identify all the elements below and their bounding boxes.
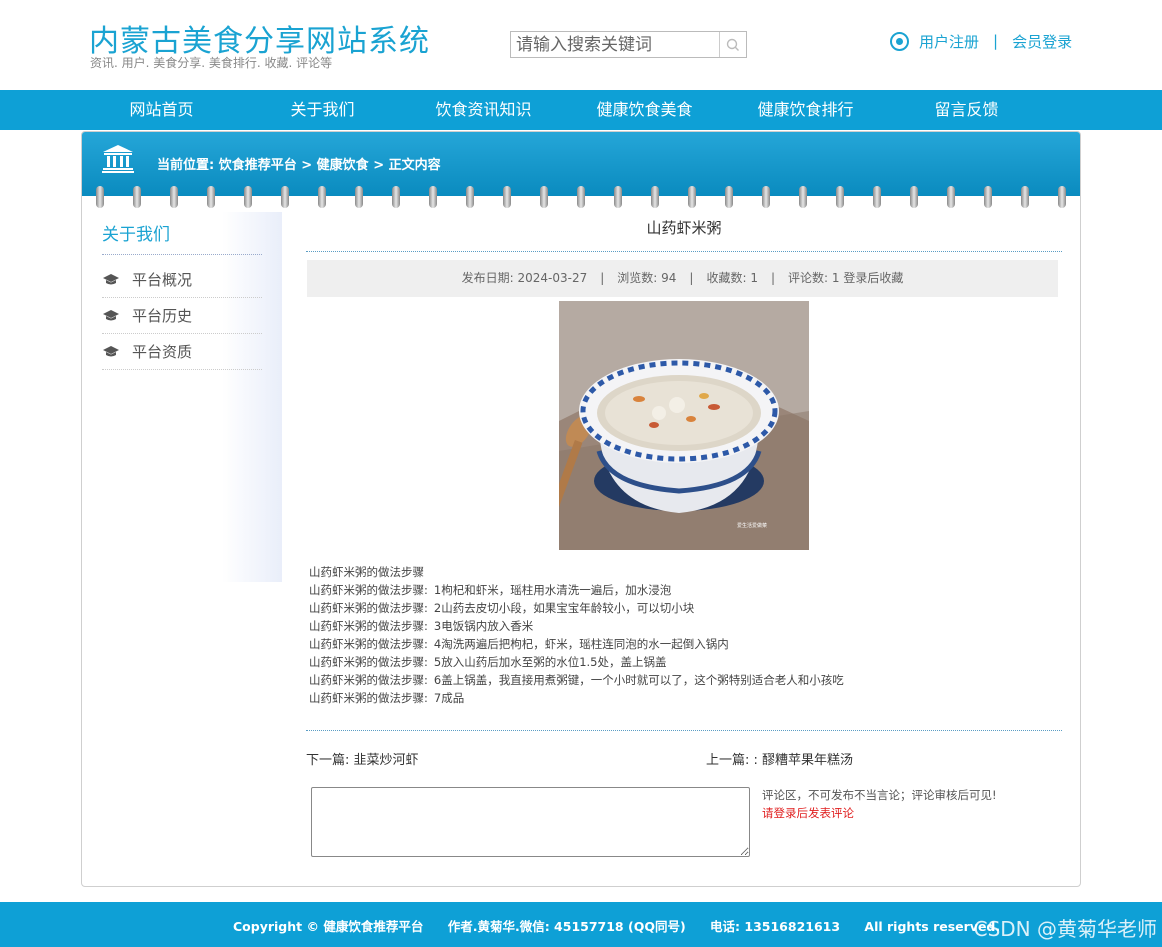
comment-count: 评论数: 1 [788, 271, 840, 285]
user-links: 用户注册 | 会员登录 [890, 30, 1072, 52]
footer-author: 作者.黄菊华.微信: 45157718 (QQ同号) [447, 919, 686, 934]
step-prefix: 山药虾米粥的做法步骤: [309, 619, 428, 633]
sidebar-item-label: 平台概况 [132, 270, 193, 289]
step-line: 山药虾米粥的做法步骤: 6盖上锅盖，我直接用煮粥键，一个小时就可以了，这个粥特别适… [309, 671, 844, 689]
graduation-cap-icon [102, 273, 120, 286]
next-article-link[interactable]: 下一篇: 韭菜炒河虾 [306, 749, 419, 768]
article-main: 山药虾米粥 发布日期: 2024-03-27 | 浏览数: 94 | 收藏数: 1 | 评论… [306, 212, 1062, 857]
step-prefix: 山药虾米粥的做法步骤: [309, 691, 428, 705]
footer-text: Copyright © 健康饮食推荐平台 作者.黄菊华.微信: 45157718… [233, 916, 1020, 935]
step-text: 4淘洗两遍后把枸杞，虾米，瑶柱连同泡的水一起倒入锅内 [433, 637, 729, 651]
sidebar-item-overview[interactable]: 平台概况 [102, 262, 262, 298]
search-box [510, 31, 747, 58]
sidebar-item-label: 平台资质 [132, 342, 193, 361]
comment-textarea[interactable] [311, 787, 750, 857]
graduation-cap-icon [102, 309, 120, 322]
step-text: 1枸杞和虾米，瑶柱用水清洗一遍后，加水浸泡 [433, 583, 672, 597]
search-input[interactable] [511, 32, 721, 57]
breadcrumb: 当前位置: 饮食推荐平台 > 健康饮食 > 正文内容 [157, 158, 441, 173]
graduation-cap-icon [102, 345, 120, 358]
sidebar-item-qualification[interactable]: 平台资质 [102, 334, 262, 370]
step-prefix: 山药虾米粥的做法步骤: [309, 601, 428, 615]
link-separator: | [993, 32, 999, 50]
recipe-steps: 山药虾米粥的做法步骤 山药虾米粥的做法步骤: 1枸杞和虾米，瑶柱用水清洗一遍后，加… [309, 563, 844, 707]
step-text: 6盖上锅盖，我直接用煮粥键，一个小时就可以了，这个粥特别适合老人和小孩吃 [433, 673, 844, 687]
content-panel: 当前位置: 饮食推荐平台 > 健康饮食 > 正文内容 关于我们 平台概况 平台历… [81, 131, 1081, 887]
step-text: 2山药去皮切小段，如果宝宝年龄较小，可以切小块 [433, 601, 695, 615]
search-icon [726, 38, 739, 51]
article-image: 爱生活爱做菜 [559, 301, 809, 550]
step-line: 山药虾米粥的做法步骤: 4淘洗两遍后把枸杞，虾米，瑶柱连同泡的水一起倒入锅内 [309, 635, 844, 653]
main-nav: 网站首页 关于我们 饮食资讯知识 健康饮食美食 健康饮食排行 留言反馈 [0, 90, 1162, 130]
step-prefix: 山药虾米粥的做法步骤: [309, 673, 428, 687]
step-line: 山药虾米粥的做法步骤: 7成品 [309, 689, 844, 707]
steps-heading: 山药虾米粥的做法步骤 [309, 565, 424, 579]
nav-item-home[interactable]: 网站首页 [81, 90, 242, 130]
favorite-link[interactable]: 登录后收藏 [843, 271, 903, 285]
step-line: 山药虾米粥的做法步骤: 5放入山药后加水至粥的水位1.5处，盖上锅盖 [309, 653, 844, 671]
step-prefix: 山药虾米粥的做法步骤: [309, 655, 428, 669]
nav-item-feedback[interactable]: 留言反馈 [886, 90, 1047, 130]
institution-icon [102, 145, 134, 173]
step-line: 山药虾米粥的做法步骤: 2山药去皮切小段，如果宝宝年龄较小，可以切小块 [309, 599, 844, 617]
step-prefix: 山药虾米粥的做法步骤: [309, 583, 428, 597]
decorative-rings [82, 186, 1080, 210]
nav-item-news[interactable]: 饮食资讯知识 [403, 90, 564, 130]
search-button[interactable] [719, 32, 746, 57]
sidebar-item-history[interactable]: 平台历史 [102, 298, 262, 334]
step-text: 5放入山药后加水至粥的水位1.5处，盖上锅盖 [433, 655, 667, 669]
comment-login-link[interactable]: 请登录后发表评论 [762, 804, 854, 822]
sidebar-item-label: 平台历史 [132, 306, 193, 325]
sidebar-list: 平台概况 平台历史 平台资质 [102, 262, 262, 370]
footer-phone: 电话: 13516821613 [710, 919, 841, 934]
step-line: 山药虾米粥的做法步骤: 1枸杞和虾米，瑶柱用水清洗一遍后，加水浸泡 [309, 581, 844, 599]
article-meta: 发布日期: 2024-03-27 | 浏览数: 94 | 收藏数: 1 | 评论数: 1 登… [307, 260, 1058, 297]
site-footer: Copyright © 健康饮食推荐平台 作者.黄菊华.微信: 45157718… [0, 902, 1162, 947]
user-circle-icon [890, 31, 909, 51]
register-link[interactable]: 用户注册 [919, 31, 979, 52]
watermark: CSDN @黄菊华老师 [973, 917, 1157, 941]
comment-note: 评论区，不可发布不当言论；评论审核后可见! [762, 788, 997, 802]
site-subtitle: 资讯. 用户. 美食分享. 美食排行. 收藏. 评论等 [90, 56, 333, 70]
step-text: 3电饭锅内放入香米 [433, 619, 534, 633]
divider [306, 730, 1062, 731]
step-prefix: 山药虾米粥的做法步骤: [309, 637, 428, 651]
article-title: 山药虾米粥 [306, 212, 1062, 252]
nav-item-ranking[interactable]: 健康饮食排行 [725, 90, 886, 130]
login-link[interactable]: 会员登录 [1012, 31, 1072, 52]
favorite-count: 收藏数: 1 [706, 271, 758, 285]
image-caption: 爱生活爱做菜 [737, 522, 767, 529]
site-header: 内蒙古美食分享网站系统 资讯. 用户. 美食分享. 美食排行. 收藏. 评论等 … [0, 0, 1162, 90]
sidebar-title: 关于我们 [102, 220, 262, 255]
step-text: 7成品 [433, 691, 465, 705]
publish-date: 发布日期: 2024-03-27 [461, 271, 588, 285]
prev-article-link[interactable]: 上一篇: : 醪糟苹果年糕汤 [706, 749, 853, 768]
footer-copyright: Copyright © 健康饮食推荐平台 [233, 919, 424, 934]
step-line: 山药虾米粥的做法步骤: 3电饭锅内放入香米 [309, 617, 844, 635]
view-count: 浏览数: 94 [617, 271, 677, 285]
nav-item-about[interactable]: 关于我们 [242, 90, 403, 130]
nav-item-healthy-food[interactable]: 健康饮食美食 [564, 90, 725, 130]
